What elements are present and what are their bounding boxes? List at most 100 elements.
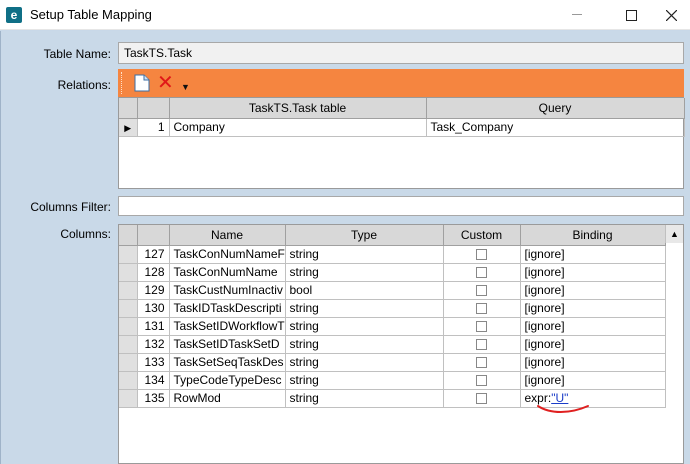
- custom-cell[interactable]: [443, 281, 521, 300]
- name-cell[interactable]: TaskCustNumInactiv: [169, 281, 286, 300]
- row-number: 128: [137, 263, 170, 282]
- type-cell[interactable]: bool: [285, 281, 444, 300]
- relations-label: Relations:: [57, 78, 111, 92]
- row-selector-header: [119, 98, 138, 119]
- name-cell[interactable]: TaskSetIDTaskSetD: [169, 335, 286, 354]
- custom-checkbox[interactable]: [476, 393, 487, 405]
- maximize-icon: [625, 9, 637, 21]
- table-row[interactable]: ▶ 1 Company Task_Company: [119, 118, 685, 137]
- name-cell[interactable]: TaskConNumName: [169, 263, 286, 282]
- toolbar-grip[interactable]: [121, 72, 124, 94]
- table-row[interactable]: 133 TaskSetSeqTaskDes string [ignore]: [119, 353, 666, 372]
- custom-cell[interactable]: [443, 389, 521, 408]
- column-header[interactable]: TaskTS.Task table: [169, 98, 427, 119]
- custom-checkbox[interactable]: [476, 339, 487, 351]
- table-row[interactable]: 130 TaskIDTaskDescripti string [ignore]: [119, 299, 666, 318]
- row-number-header: [137, 98, 170, 119]
- row-selector[interactable]: [119, 317, 138, 336]
- column-header[interactable]: Type: [285, 225, 444, 246]
- column-header[interactable]: Name: [169, 225, 286, 246]
- name-cell[interactable]: TaskSetSeqTaskDes: [169, 353, 286, 372]
- row-selector[interactable]: [119, 263, 138, 282]
- binding-cell[interactable]: [ignore]: [520, 335, 666, 354]
- binding-cell[interactable]: [ignore]: [520, 371, 666, 390]
- table-row[interactable]: 128 TaskConNumName string [ignore]: [119, 263, 666, 282]
- custom-cell[interactable]: [443, 299, 521, 318]
- custom-checkbox[interactable]: [476, 375, 487, 387]
- binding-cell[interactable]: [ignore]: [520, 353, 666, 372]
- custom-checkbox[interactable]: [476, 249, 487, 261]
- custom-checkbox[interactable]: [476, 303, 487, 315]
- row-number: 127: [137, 245, 170, 264]
- type-cell[interactable]: string: [285, 389, 444, 408]
- row-number: 134: [137, 371, 170, 390]
- row-number: 131: [137, 317, 170, 336]
- custom-checkbox[interactable]: [476, 357, 487, 369]
- relation-query-cell[interactable]: Task_Company: [426, 118, 685, 137]
- type-cell[interactable]: string: [285, 263, 444, 282]
- row-number-header: [137, 225, 170, 246]
- column-header[interactable]: Query: [426, 98, 685, 119]
- row-selector[interactable]: [119, 335, 138, 354]
- binding-cell[interactable]: [ignore]: [520, 245, 666, 264]
- type-cell[interactable]: string: [285, 353, 444, 372]
- table-name-field[interactable]: TaskTS.Task: [118, 42, 684, 64]
- table-row[interactable]: 127 TaskConNumNameF string [ignore]: [119, 245, 666, 264]
- scroll-up-button[interactable]: ▲: [665, 225, 683, 243]
- row-selector-header: [119, 225, 138, 246]
- binding-cell[interactable]: [ignore]: [520, 281, 666, 300]
- table-row[interactable]: 131 TaskSetIDWorkflowT string [ignore]: [119, 317, 666, 336]
- new-document-icon[interactable]: [134, 74, 150, 92]
- row-selector[interactable]: [119, 389, 138, 408]
- row-number: 135: [137, 389, 170, 408]
- delete-icon[interactable]: ✕: [157, 73, 174, 93]
- red-underline-annotation: [537, 405, 589, 413]
- table-row[interactable]: 132 TaskSetIDTaskSetD string [ignore]: [119, 335, 666, 354]
- type-cell[interactable]: string: [285, 371, 444, 390]
- custom-cell[interactable]: [443, 263, 521, 282]
- binding-cell[interactable]: [ignore]: [520, 317, 666, 336]
- name-cell[interactable]: RowMod: [169, 389, 286, 408]
- custom-cell[interactable]: [443, 335, 521, 354]
- relation-table-cell[interactable]: Company: [169, 118, 427, 137]
- close-icon: [665, 9, 677, 21]
- name-cell[interactable]: TypeCodeTypeDesc: [169, 371, 286, 390]
- custom-cell[interactable]: [443, 353, 521, 372]
- columns-filter-input[interactable]: [118, 196, 684, 216]
- minimize-icon: [572, 14, 582, 15]
- dropdown-arrow-icon[interactable]: ▼: [181, 82, 190, 92]
- row-selector[interactable]: [119, 371, 138, 390]
- table-name-label: Table Name:: [43, 47, 111, 61]
- name-cell[interactable]: TaskConNumNameF: [169, 245, 286, 264]
- row-number: 130: [137, 299, 170, 318]
- minimize-button[interactable]: [554, 0, 600, 30]
- custom-checkbox[interactable]: [476, 321, 487, 333]
- name-cell[interactable]: TaskSetIDWorkflowT: [169, 317, 286, 336]
- column-header[interactable]: Custom: [443, 225, 521, 246]
- type-cell[interactable]: string: [285, 245, 444, 264]
- type-cell[interactable]: string: [285, 317, 444, 336]
- binding-cell[interactable]: [ignore]: [520, 263, 666, 282]
- custom-checkbox[interactable]: [476, 285, 487, 297]
- row-selector[interactable]: [119, 245, 138, 264]
- row-selector[interactable]: ▶: [119, 118, 138, 137]
- row-selector[interactable]: [119, 299, 138, 318]
- custom-cell[interactable]: [443, 245, 521, 264]
- row-selector[interactable]: [119, 281, 138, 300]
- row-number: 133: [137, 353, 170, 372]
- type-cell[interactable]: string: [285, 335, 444, 354]
- columns-filter-label: Columns Filter:: [30, 200, 111, 214]
- custom-checkbox[interactable]: [476, 267, 487, 279]
- close-button[interactable]: [648, 0, 690, 30]
- name-cell[interactable]: TaskIDTaskDescripti: [169, 299, 286, 318]
- type-cell[interactable]: string: [285, 299, 444, 318]
- row-selector[interactable]: [119, 353, 138, 372]
- table-row[interactable]: 134 TypeCodeTypeDesc string [ignore]: [119, 371, 666, 390]
- table-row[interactable]: 129 TaskCustNumInactiv bool [ignore]: [119, 281, 666, 300]
- custom-cell[interactable]: [443, 371, 521, 390]
- columns-header-row: Name Type Custom Binding: [119, 225, 666, 246]
- column-header[interactable]: Binding: [520, 225, 666, 246]
- relations-grid: TaskTS.Task table Query ▶ 1 Company Task…: [118, 97, 685, 189]
- custom-cell[interactable]: [443, 317, 521, 336]
- binding-cell[interactable]: [ignore]: [520, 299, 666, 318]
